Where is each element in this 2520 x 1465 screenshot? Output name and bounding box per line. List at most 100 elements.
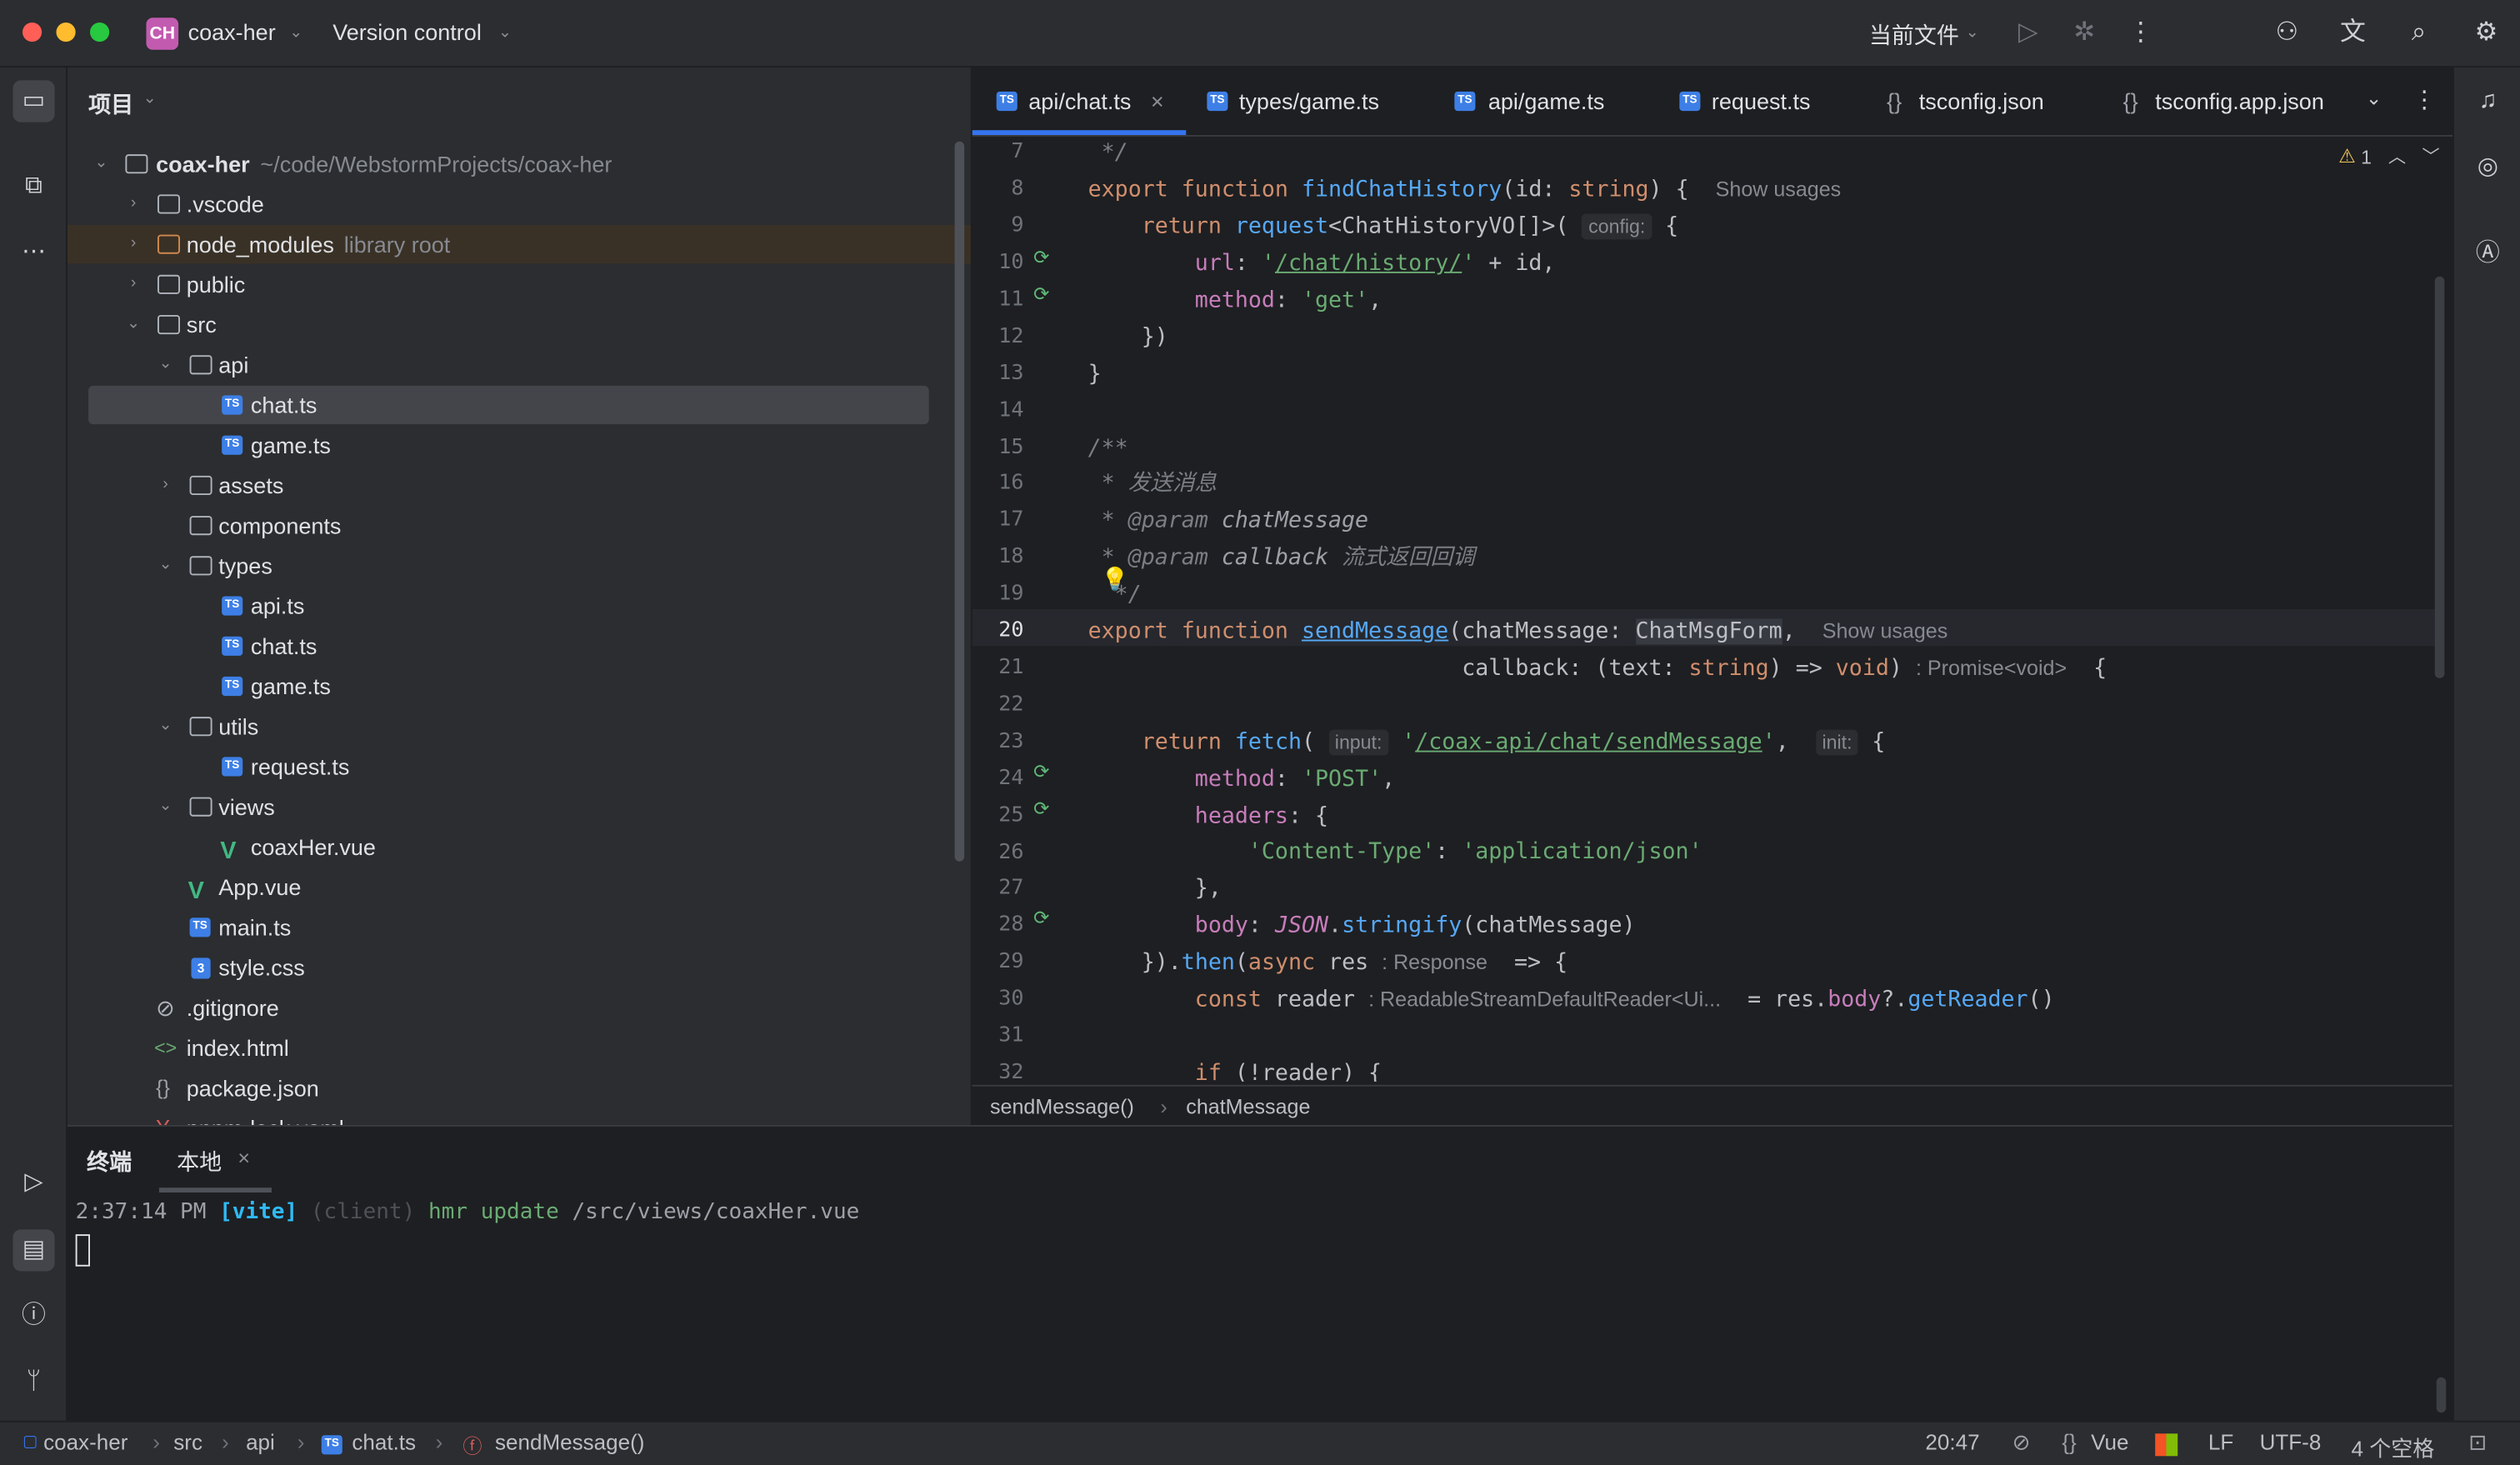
tree-item[interactable]: 3 style.css <box>68 948 971 987</box>
log-time: 2:37:14 PM <box>75 1198 207 1225</box>
minimize-window-button[interactable] <box>56 22 76 42</box>
tree-item[interactable]: › .vscode <box>68 185 971 223</box>
tree-item[interactable]: components <box>68 506 971 544</box>
lock-icon[interactable]: ⊡ <box>2468 1430 2487 1456</box>
tab-tsconfig[interactable]: {} tsconfig.json <box>1887 68 2096 135</box>
terminal-cursor[interactable] <box>75 1234 90 1267</box>
git-branch-icon[interactable]: ᛘ <box>12 1361 54 1402</box>
log-source: [vite] <box>219 1198 298 1225</box>
status-crumb[interactable]: src <box>173 1430 202 1454</box>
tab-tsconfig-app[interactable]: {} tsconfig.app.json <box>2123 68 2364 135</box>
file-encoding[interactable]: UTF-8 <box>2260 1430 2322 1454</box>
status-crumb[interactable]: chat.ts <box>352 1430 416 1454</box>
tree-item[interactable]: <> index.html <box>68 1028 971 1067</box>
close-tab-icon[interactable]: × <box>238 1146 250 1170</box>
editor-scrollbar[interactable] <box>2434 276 2445 678</box>
language-selector[interactable]: Vue <box>2091 1430 2128 1454</box>
line-number: 9 <box>1011 213 1024 238</box>
run-icon[interactable]: ▷ <box>2012 18 2045 50</box>
search-icon[interactable]: ⌕ <box>2402 18 2435 50</box>
tree-item[interactable]: › node_modules library root <box>67 224 971 264</box>
settings-gear-icon[interactable]: ⚙ <box>2470 18 2502 50</box>
problems-icon[interactable]: ⓘ <box>12 1295 54 1337</box>
tab-types-game[interactable]: TS types/game.ts <box>1207 68 1432 135</box>
line-separator[interactable]: LF <box>2208 1430 2233 1454</box>
override-marker-icon[interactable]: ⟳ <box>1033 907 1049 929</box>
tree-item[interactable]: TS api.ts <box>68 587 971 625</box>
ai-off-icon[interactable]: ⊘ <box>2012 1430 2031 1456</box>
vcs-menu[interactable]: Version control <box>332 19 482 45</box>
tree-item[interactable]: V coaxHer.vue <box>68 828 971 866</box>
close-window-button[interactable] <box>22 22 42 42</box>
chevron-right-icon: › <box>435 1430 443 1455</box>
font-tool-icon[interactable]: Ⓐ <box>2467 233 2508 275</box>
structure-icon[interactable]: ⧉ <box>12 166 54 208</box>
terminal-scrollbar[interactable] <box>2436 1377 2447 1413</box>
debug-icon[interactable]: ✲ <box>2068 18 2101 50</box>
tab-api-game[interactable]: TS api/game.ts <box>1454 68 1647 135</box>
status-crumb[interactable]: coax-her <box>43 1430 128 1454</box>
status-crumb[interactable]: sendMessage() <box>495 1430 644 1454</box>
more-icon[interactable]: ⋮ <box>2125 18 2158 50</box>
code-line: * @param callback 流式返回回调 <box>1088 544 1475 571</box>
breadcrumb-item[interactable]: sendMessage() <box>990 1087 1134 1127</box>
chevron-down-icon[interactable]: ⌄ <box>2366 87 2382 109</box>
tree-item[interactable]: ⊘ .gitignore <box>68 988 971 1027</box>
show-usages-link[interactable]: Show usages <box>1822 618 1948 642</box>
more-tools-icon[interactable]: ⋯ <box>12 232 54 273</box>
tree-item[interactable]: TS game.ts <box>68 426 971 464</box>
tree-item[interactable]: › assets <box>68 466 971 504</box>
line-number: 29 <box>998 949 1024 974</box>
tree-item[interactable]: TS main.ts <box>68 908 971 947</box>
breadcrumb-item[interactable]: chatMessage <box>1186 1087 1310 1127</box>
project-badge[interactable]: CH <box>146 18 179 50</box>
override-marker-icon[interactable]: ⟳ <box>1033 798 1049 820</box>
tree-item[interactable]: Y pnpm-lock.yaml <box>68 1109 971 1125</box>
tree-item[interactable]: TS chat.ts <box>68 627 971 665</box>
tree-item[interactable]: ⌄ src <box>68 305 971 343</box>
tree-item[interactable]: ⌄ utils <box>68 708 971 746</box>
chevron-right-icon: › <box>222 1430 229 1455</box>
chevron-down-icon: ⌄ <box>142 89 157 108</box>
tree-item[interactable]: V App.vue <box>68 868 971 906</box>
add-user-icon[interactable]: ⚇ <box>2271 18 2303 50</box>
override-marker-icon[interactable]: ⟳ <box>1033 760 1049 782</box>
plugin-icon[interactable] <box>2155 1433 2178 1457</box>
run-tool-icon[interactable]: ▷ <box>12 1162 54 1203</box>
tab-request[interactable]: TS request.ts <box>1679 68 1856 135</box>
tree-item[interactable]: › public <box>68 265 971 303</box>
terminal-title[interactable]: 终端 <box>87 1146 132 1178</box>
more-icon[interactable]: ⋮ <box>2412 85 2437 114</box>
tab-api-chat[interactable]: TS api/chat.ts × <box>972 68 1187 135</box>
project-scrollbar[interactable] <box>954 141 965 862</box>
editor-tabs: TS api/chat.ts × TS types/game.ts TS api… <box>972 67 2452 137</box>
tree-item[interactable]: ⌄ types <box>68 547 971 585</box>
override-marker-icon[interactable]: ⟳ <box>1033 282 1049 305</box>
caret-position[interactable]: 20:47 <box>1925 1430 1979 1454</box>
show-usages-link[interactable]: Show usages <box>1716 177 1842 201</box>
panel-title[interactable]: 项目 <box>88 88 133 121</box>
indent-setting[interactable]: 4 个空格 <box>2351 1430 2434 1462</box>
tree-item[interactable]: {} package.json <box>68 1068 971 1107</box>
project-folder-icon[interactable]: ▭ <box>12 80 55 122</box>
tab-local[interactable]: 本地 <box>177 1146 222 1178</box>
code-line: url: '/chat/history/' + id, <box>1194 250 1556 277</box>
tree-item-root[interactable]: ⌄ coax-her ~/code/WebstormProjects/coax-… <box>68 145 971 183</box>
tree-item[interactable]: TS game.ts <box>68 667 971 705</box>
translate-icon[interactable]: 文 <box>2337 18 2369 50</box>
run-config-select[interactable]: 当前文件 <box>1869 19 1959 52</box>
code-line: export function findChatHistory(id: stri… <box>1088 177 1842 202</box>
tree-item-selected[interactable]: TS chat.ts <box>88 385 929 425</box>
project-switcher[interactable]: coax-her <box>188 19 276 45</box>
zoom-window-button[interactable] <box>89 22 110 42</box>
tree-item[interactable]: TS request.ts <box>68 748 971 786</box>
tree-item[interactable]: ⌄ views <box>68 788 971 826</box>
override-marker-icon[interactable]: ⟳ <box>1033 246 1049 268</box>
close-tab-icon[interactable]: × <box>1151 68 1164 135</box>
status-crumb[interactable]: api <box>246 1430 275 1454</box>
code-area[interactable]: 7 8 9 10 11 12 13 14 15 16 17 18 19 20 2… <box>972 133 2435 1082</box>
terminal-icon[interactable]: ▤ <box>12 1229 55 1272</box>
ai-assistant-icon[interactable]: ◎ <box>2467 146 2508 188</box>
tree-item[interactable]: ⌄ api <box>68 346 971 384</box>
notifications-bell-icon[interactable]: ♫ <box>2467 80 2508 122</box>
